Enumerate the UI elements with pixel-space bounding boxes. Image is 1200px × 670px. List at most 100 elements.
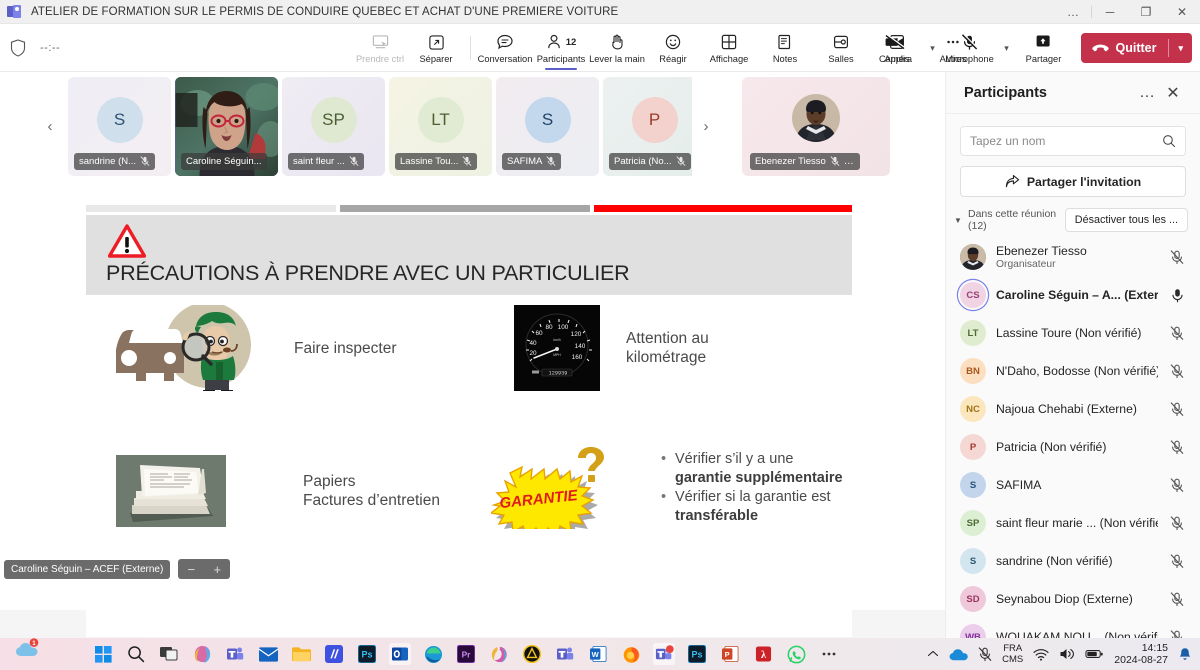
toolbar-item-give-control[interactable]: Prendre ctrl bbox=[352, 25, 408, 71]
participant-row[interactable]: SP saint fleur marie ... (Non vérifié) bbox=[954, 504, 1192, 542]
avatar: BN bbox=[960, 358, 986, 384]
share-invite-label: Partager l'invitation bbox=[1026, 174, 1142, 189]
participant-row[interactable]: NC Najoua Chehabi (Externe) bbox=[954, 390, 1192, 428]
mic-off-icon[interactable] bbox=[1168, 401, 1186, 417]
toolbar-item-camera[interactable]: Caméra bbox=[867, 25, 923, 71]
mic-off-icon[interactable] bbox=[1168, 477, 1186, 493]
mic-off-icon[interactable] bbox=[1168, 249, 1186, 265]
teams-classic-icon[interactable] bbox=[554, 643, 576, 665]
bullet-text: Vérifier si la garantie est bbox=[675, 489, 831, 505]
video-tile-active[interactable]: Caroline Séguin... bbox=[175, 76, 278, 176]
toolbar-item-rooms[interactable]: Salles bbox=[813, 25, 869, 71]
tray-chevron-up-icon[interactable] bbox=[927, 649, 939, 659]
chevron-down-icon[interactable]: ▼ bbox=[952, 216, 964, 225]
toolbar-item-raise-hand[interactable]: Lever la main bbox=[589, 25, 645, 71]
zoom-out-button[interactable]: − bbox=[178, 562, 204, 577]
battery-icon[interactable] bbox=[1085, 648, 1104, 660]
mic-off-icon[interactable] bbox=[1168, 325, 1186, 341]
minimize-button[interactable]: ─ bbox=[1092, 0, 1128, 24]
panel-more-icon[interactable]: … bbox=[1134, 80, 1160, 106]
mic-off-icon[interactable] bbox=[1168, 439, 1186, 455]
photoshop-2-icon[interactable]: Ps bbox=[686, 643, 708, 665]
mic-off-icon[interactable] bbox=[1168, 363, 1186, 379]
edge-icon[interactable] bbox=[422, 643, 444, 665]
acrobat-icon[interactable]: λ bbox=[752, 643, 774, 665]
notification-bell-icon[interactable] bbox=[1178, 647, 1192, 662]
window-more-icon[interactable]: … bbox=[1055, 0, 1091, 24]
filmstrip-prev-arrow-icon[interactable]: ‹ bbox=[36, 76, 64, 176]
copilot-icon[interactable] bbox=[191, 643, 213, 665]
photoshop-icon[interactable]: Ps bbox=[356, 643, 378, 665]
video-tile[interactable]: S sandrine (N... bbox=[68, 76, 171, 176]
participant-row[interactable]: SD Seynabou Diop (Externe) bbox=[954, 580, 1192, 618]
search-icon[interactable] bbox=[125, 643, 147, 665]
leave-call-button[interactable]: Quitter ▾ bbox=[1081, 33, 1192, 63]
video-tile-organizer[interactable]: Ebenezer Tiesso … bbox=[742, 76, 890, 176]
task-view-icon[interactable] bbox=[158, 643, 180, 665]
zoom-in-button[interactable]: + bbox=[204, 562, 230, 577]
toolbar-item-pop-out[interactable]: Séparer bbox=[408, 25, 464, 71]
toolbar-item-notes[interactable]: Notes bbox=[757, 25, 813, 71]
mail-icon[interactable] bbox=[257, 643, 279, 665]
mic-off-icon[interactable] bbox=[1168, 553, 1186, 569]
toolbar-item-participants[interactable]: 12 Participants bbox=[533, 25, 589, 71]
search-input[interactable] bbox=[970, 134, 1162, 148]
tray-mic-off-icon[interactable] bbox=[978, 646, 992, 662]
toolbar-item-microphone[interactable]: Microphone bbox=[941, 25, 997, 71]
video-tile[interactable]: SP saint fleur ... bbox=[282, 76, 385, 176]
participant-row[interactable]: S sandrine (Non vérifié) bbox=[954, 542, 1192, 580]
share-invite-button[interactable]: Partager l'invitation bbox=[960, 166, 1186, 197]
toolbar-item-view[interactable]: Affichage bbox=[701, 25, 757, 71]
onedrive-icon[interactable] bbox=[949, 648, 968, 661]
video-tile[interactable]: LT Lassine Tou... bbox=[389, 76, 492, 176]
wifi-icon[interactable] bbox=[1033, 648, 1049, 661]
participant-row[interactable]: LT Lassine Toure (Non vérifié) bbox=[954, 314, 1192, 352]
restore-button[interactable]: ❐ bbox=[1128, 0, 1164, 24]
participant-info: Ebenezer Tiesso Organisateur bbox=[996, 244, 1158, 270]
app-blue-icon[interactable] bbox=[323, 643, 345, 665]
file-explorer-icon[interactable] bbox=[290, 643, 312, 665]
teams-notification-icon[interactable] bbox=[653, 643, 675, 665]
word-icon[interactable]: W bbox=[587, 643, 609, 665]
mic-on-icon[interactable] bbox=[1168, 288, 1186, 303]
volume-icon[interactable] bbox=[1059, 647, 1075, 661]
leave-call-main[interactable]: Quitter bbox=[1081, 33, 1168, 63]
mic-off-icon[interactable] bbox=[1168, 515, 1186, 531]
toolbar-item-share[interactable]: Partager bbox=[1015, 25, 1071, 71]
tile-more-icon[interactable]: … bbox=[844, 156, 855, 167]
whatsapp-icon[interactable] bbox=[785, 643, 807, 665]
leave-chevron-down-icon[interactable]: ▾ bbox=[1169, 43, 1192, 54]
premiere-pro-icon[interactable]: Pr bbox=[455, 643, 477, 665]
office-icon[interactable] bbox=[488, 643, 510, 665]
participant-row[interactable]: BN N'Daho, Bodosse (Non vérifié) bbox=[954, 352, 1192, 390]
firefox-icon[interactable] bbox=[620, 643, 642, 665]
search-box[interactable] bbox=[960, 126, 1186, 156]
video-tile[interactable]: S SAFIMA bbox=[496, 76, 599, 176]
input-language-indicator[interactable]: FRA CMS bbox=[1002, 643, 1023, 665]
taskbar-overflow-icon[interactable] bbox=[818, 643, 840, 665]
camera-chevron-down-icon[interactable]: ▾ bbox=[923, 28, 941, 68]
tile-name-pill: Ebenezer Tiesso … bbox=[750, 152, 860, 170]
clock[interactable]: 14:15 2024-08-27 bbox=[1114, 642, 1168, 666]
zoom-controls[interactable]: − + bbox=[178, 559, 231, 579]
panel-close-icon[interactable]: ✕ bbox=[1160, 80, 1186, 106]
participant-row[interactable]: Ebenezer Tiesso Organisateur bbox=[954, 238, 1192, 276]
onedrive-tray-icon[interactable]: 1 bbox=[14, 638, 42, 665]
search-icon[interactable] bbox=[1162, 134, 1176, 148]
video-tile[interactable]: P Patricia (No... bbox=[603, 76, 706, 176]
avast-icon[interactable] bbox=[521, 643, 543, 665]
close-button[interactable]: ✕ bbox=[1164, 0, 1200, 24]
filmstrip-next-arrow-icon[interactable]: › bbox=[692, 76, 720, 176]
outlook-icon[interactable] bbox=[389, 643, 411, 665]
powerpoint-icon[interactable]: P bbox=[719, 643, 741, 665]
teams-icon[interactable] bbox=[224, 643, 246, 665]
mic-off-icon[interactable] bbox=[1168, 591, 1186, 607]
participant-row[interactable]: CS Caroline Séguin – A... (Externe) bbox=[954, 276, 1192, 314]
mute-all-button[interactable]: Désactiver tous les ... bbox=[1064, 208, 1188, 232]
toolbar-item-chat[interactable]: Conversation bbox=[477, 25, 533, 71]
participant-row[interactable]: S SAFIMA bbox=[954, 466, 1192, 504]
microphone-chevron-down-icon[interactable]: ▾ bbox=[997, 28, 1015, 68]
start-button-icon[interactable] bbox=[92, 643, 114, 665]
toolbar-item-react[interactable]: Réagir bbox=[645, 25, 701, 71]
participant-row[interactable]: P Patricia (Non vérifié) bbox=[954, 428, 1192, 466]
